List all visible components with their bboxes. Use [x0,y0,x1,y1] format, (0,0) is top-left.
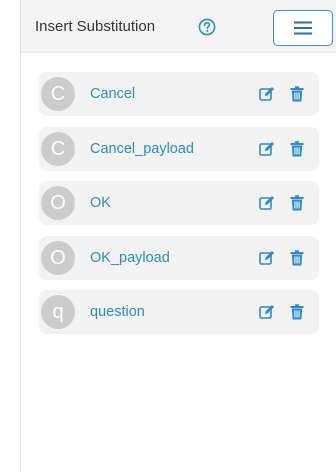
avatar: C [41,77,75,111]
edit-icon[interactable] [259,141,275,157]
list-item[interactable]: C Cancel [39,72,319,116]
edit-icon[interactable] [259,250,275,266]
edit-icon[interactable] [259,304,275,320]
avatar: O [41,240,75,275]
list-item[interactable]: C Cancel_payload [39,126,319,171]
list-item[interactable]: O OK_payload [39,235,319,280]
avatar: O [41,186,75,220]
avatar: C [41,131,75,166]
list-item[interactable]: q question [39,290,319,334]
trash-icon[interactable] [290,195,304,211]
substitution-label[interactable]: question [90,304,145,320]
trash-icon[interactable] [290,304,304,320]
hamburger-menu-icon [294,21,312,35]
help-icon[interactable] [198,18,216,36]
substitution-label[interactable]: Cancel [90,86,135,102]
trash-icon[interactable] [290,140,304,157]
panel-title: Insert Substitution [35,18,156,35]
substitution-label[interactable]: OK [90,195,111,211]
trash-icon[interactable] [290,86,304,102]
edit-icon[interactable] [259,86,275,102]
list-item[interactable]: O OK [39,181,319,225]
substitution-label[interactable]: OK_payload [90,250,170,266]
panel-header: Insert Substitution [21,0,336,53]
substitution-list: C Cancel C Cancel_payload O OK O OK_payl… [39,72,319,345]
avatar: q [41,295,75,329]
insert-substitution-panel: Insert Substitution C Cancel C Cancel_pa… [20,0,336,472]
edit-icon[interactable] [259,195,275,211]
substitution-label[interactable]: Cancel_payload [90,141,194,157]
trash-icon[interactable] [290,249,304,266]
menu-button[interactable] [273,10,333,46]
